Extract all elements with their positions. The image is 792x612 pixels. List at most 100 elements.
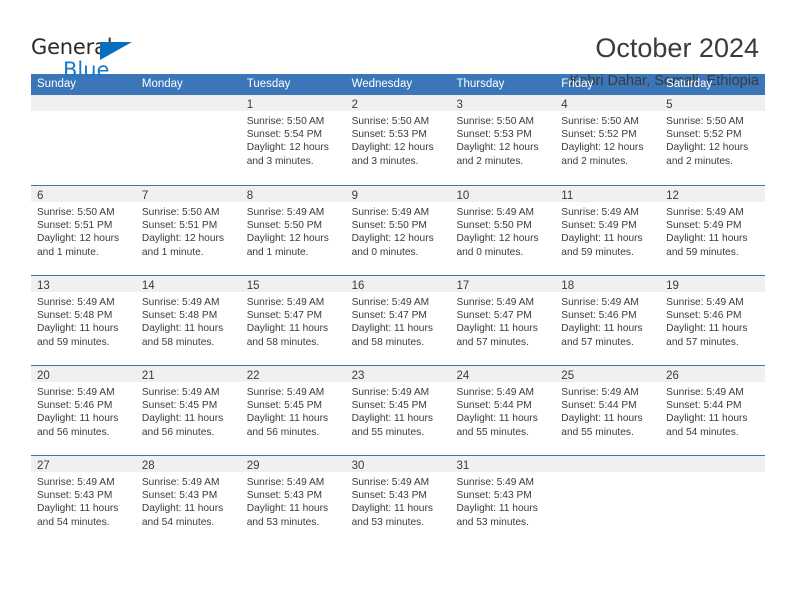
- day-cell[interactable]: 12 Sunrise: 5:49 AM Sunset: 5:49 PM Dayligh…: [660, 186, 766, 275]
- day-cell[interactable]: 1 Sunrise: 5:50 AM Sunset: 5:54 PM Daylight…: [240, 95, 346, 185]
- day-cell[interactable]: 20 Sunrise: 5:49 AM Sunset: 5:46 PM Dayligh…: [31, 366, 136, 455]
- day-details: Sunrise: 5:50 AM Sunset: 5:52 PM Daylight:…: [555, 111, 660, 168]
- day-details: Sunrise: 5:49 AM Sunset: 5:46 PM Daylight:…: [660, 292, 765, 349]
- daylight-text-line1: Daylight: 12 hours: [561, 142, 644, 154]
- daylight-text-line1: Daylight: 11 hours: [351, 503, 433, 515]
- day-number-band: 24: [450, 366, 556, 382]
- day-cell[interactable]: 8 Sunrise: 5:49 AM Sunset: 5:50 PM Daylight…: [240, 186, 346, 275]
- day-number: 19: [666, 280, 679, 292]
- day-number-band: 27: [31, 456, 136, 472]
- day-number-band: 28: [135, 456, 241, 472]
- day-cell[interactable]: 7 Sunrise: 5:50 AM Sunset: 5:51 PM Daylight…: [135, 186, 241, 275]
- daylight-text-line1: Daylight: 11 hours: [141, 413, 224, 425]
- day-number: 20: [37, 370, 50, 382]
- day-cell[interactable]: 28 Sunrise: 5:49 AM Sunset: 5:43 PM Dayligh…: [135, 456, 241, 543]
- day-cell[interactable]: 15 Sunrise: 5:49 AM Sunset: 5:47 PM Dayligh…: [240, 276, 346, 365]
- day-number: 25: [561, 370, 575, 382]
- daylight-text-line2: and 58 minutes.: [351, 336, 425, 348]
- daylight-text-line1: Daylight: 11 hours: [246, 413, 329, 425]
- day-cell[interactable]: 14 Sunrise: 5:49 AM Sunset: 5:48 PM Dayligh…: [135, 276, 241, 365]
- day-number: 2: [351, 99, 358, 111]
- day-number-band: [31, 95, 136, 111]
- day-cell[interactable]: 31 Sunrise: 5:49 AM Sunset: 5:43 PM Dayligh…: [450, 456, 556, 543]
- page-title: October 2024: [595, 33, 759, 63]
- sunrise-text: Sunrise: 5:50 AM: [561, 116, 639, 127]
- calendar-week-row: 6 Sunrise: 5:50 AM Sunset: 5:51 PM Daylight…: [31, 185, 766, 275]
- day-number-band: 8: [240, 186, 346, 202]
- day-cell[interactable]: 21 Sunrise: 5:49 AM Sunset: 5:45 PM Dayligh…: [135, 366, 241, 455]
- day-cell[interactable]: 2 Sunrise: 5:50 AM Sunset: 5:53 PM Daylight…: [345, 95, 451, 185]
- daylight-text-line2: and 1 minute.: [141, 246, 204, 258]
- day-cell[interactable]: 3 Sunrise: 5:50 AM Sunset: 5:53 PM Daylight…: [450, 95, 556, 185]
- day-details: [31, 111, 136, 115]
- daylight-text-line1: Daylight: 11 hours: [141, 503, 224, 515]
- sunset-text: Sunset: 5:47 PM: [246, 310, 323, 322]
- general-blue-logo[interactable]: General Blue: [31, 30, 171, 86]
- sunset-text: Sunset: 5:54 PM: [246, 129, 323, 141]
- day-cell[interactable]: 4 Sunrise: 5:50 AM Sunset: 5:52 PM Daylight…: [555, 95, 661, 185]
- daylight-text-line1: Daylight: 11 hours: [351, 413, 433, 425]
- day-cell[interactable]: 25 Sunrise: 5:49 AM Sunset: 5:44 PM Dayligh…: [555, 366, 661, 455]
- daylight-text-line1: Daylight: 12 hours: [351, 142, 434, 154]
- sunrise-text: Sunrise: 5:50 AM: [666, 116, 744, 127]
- day-details: Sunrise: 5:49 AM Sunset: 5:46 PM Daylight:…: [31, 382, 136, 439]
- daylight-text-line1: Daylight: 11 hours: [37, 413, 119, 425]
- day-cell-empty: [555, 456, 661, 543]
- day-details: Sunrise: 5:49 AM Sunset: 5:49 PM Daylight:…: [660, 202, 765, 259]
- day-number-band: 7: [135, 186, 241, 202]
- daylight-text-line2: and 53 minutes.: [351, 516, 425, 528]
- day-number: 1: [246, 99, 254, 111]
- day-cell[interactable]: 26 Sunrise: 5:49 AM Sunset: 5:44 PM Dayligh…: [660, 366, 766, 455]
- sunset-text: Sunset: 5:48 PM: [37, 310, 113, 322]
- day-number-band: 19: [660, 276, 766, 292]
- day-cell[interactable]: 29 Sunrise: 5:49 AM Sunset: 5:43 PM Dayligh…: [240, 456, 346, 543]
- day-cell[interactable]: 16 Sunrise: 5:49 AM Sunset: 5:47 PM Dayligh…: [345, 276, 451, 365]
- day-details: Sunrise: 5:49 AM Sunset: 5:48 PM Daylight:…: [136, 292, 241, 349]
- daylight-text-line2: and 0 minutes.: [456, 246, 524, 258]
- daylight-text-line2: and 58 minutes.: [246, 336, 320, 348]
- day-cell[interactable]: 10 Sunrise: 5:49 AM Sunset: 5:50 PM Dayligh…: [450, 186, 556, 275]
- day-number-band: 12: [660, 186, 766, 202]
- day-number-band: 29: [240, 456, 346, 472]
- sunset-text: Sunset: 5:44 PM: [561, 400, 637, 412]
- day-cell[interactable]: 27 Sunrise: 5:49 AM Sunset: 5:43 PM Dayligh…: [31, 456, 136, 543]
- day-number-band: 10: [450, 186, 556, 202]
- day-cell[interactable]: 9 Sunrise: 5:49 AM Sunset: 5:50 PM Daylight…: [345, 186, 451, 275]
- day-cell[interactable]: 5 Sunrise: 5:50 AM Sunset: 5:52 PM Daylight…: [660, 95, 766, 185]
- day-cell[interactable]: 11 Sunrise: 5:49 AM Sunset: 5:49 PM Dayligh…: [555, 186, 661, 275]
- day-details: Sunrise: 5:49 AM Sunset: 5:45 PM Daylight:…: [241, 382, 346, 439]
- day-details: Sunrise: 5:49 AM Sunset: 5:50 PM Daylight:…: [346, 202, 451, 259]
- day-cell[interactable]: 17 Sunrise: 5:49 AM Sunset: 5:47 PM Dayligh…: [450, 276, 556, 365]
- day-details: [555, 472, 660, 476]
- sunrise-text: Sunrise: 5:50 AM: [246, 116, 325, 127]
- day-cell-empty: [135, 95, 241, 185]
- daylight-text-line1: Daylight: 11 hours: [561, 233, 643, 245]
- day-cell[interactable]: 13 Sunrise: 5:49 AM Sunset: 5:48 PM Dayligh…: [31, 276, 136, 365]
- day-cell[interactable]: 22 Sunrise: 5:49 AM Sunset: 5:45 PM Dayligh…: [240, 366, 346, 455]
- day-details: Sunrise: 5:49 AM Sunset: 5:45 PM Daylight:…: [136, 382, 241, 439]
- day-number: 30: [351, 460, 365, 472]
- day-number-band: 22: [240, 366, 346, 382]
- day-cell[interactable]: 18 Sunrise: 5:49 AM Sunset: 5:46 PM Dayligh…: [555, 276, 661, 365]
- day-number: 23: [351, 370, 365, 382]
- day-cell[interactable]: 23 Sunrise: 5:49 AM Sunset: 5:45 PM Dayligh…: [345, 366, 451, 455]
- day-cell[interactable]: 30 Sunrise: 5:49 AM Sunset: 5:43 PM Dayligh…: [345, 456, 451, 543]
- daylight-text-line1: Daylight: 11 hours: [561, 413, 643, 425]
- daylight-text-line2: and 58 minutes.: [141, 336, 215, 348]
- daylight-text-line1: Daylight: 11 hours: [666, 323, 748, 335]
- day-number: 9: [351, 190, 358, 202]
- day-number-band: 31: [450, 456, 556, 472]
- day-cell[interactable]: 19 Sunrise: 5:49 AM Sunset: 5:46 PM Dayligh…: [660, 276, 766, 365]
- day-number: 31: [456, 460, 470, 472]
- daylight-text-line1: Daylight: 11 hours: [37, 503, 119, 515]
- day-details: Sunrise: 5:49 AM Sunset: 5:44 PM Daylight:…: [660, 382, 765, 439]
- day-cell[interactable]: 6 Sunrise: 5:50 AM Sunset: 5:51 PM Daylight…: [31, 186, 136, 275]
- sunrise-text: Sunrise: 5:49 AM: [666, 387, 744, 398]
- sunset-text: Sunset: 5:43 PM: [456, 490, 532, 502]
- calendar-week-row: 20 Sunrise: 5:49 AM Sunset: 5:46 PM Dayligh…: [31, 365, 766, 455]
- weekday-header-wednesday: Wednesday: [351, 78, 413, 90]
- sunset-text: Sunset: 5:49 PM: [666, 220, 742, 232]
- day-cell[interactable]: 24 Sunrise: 5:49 AM Sunset: 5:44 PM Dayligh…: [450, 366, 556, 455]
- daylight-text-line1: Daylight: 12 hours: [666, 142, 749, 154]
- day-details: Sunrise: 5:50 AM Sunset: 5:51 PM Daylight:…: [31, 202, 136, 259]
